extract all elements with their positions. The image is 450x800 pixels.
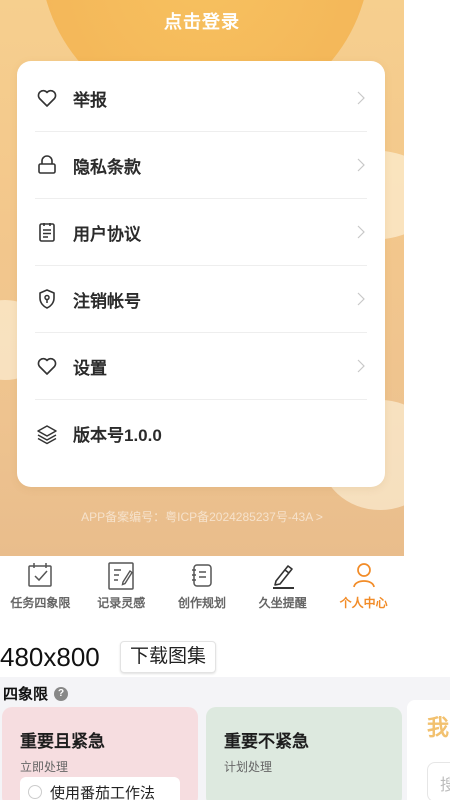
quadrant-section: 四象限 ? 重要且紧急 立即处理 使用番茄工作法 重要不紧急 计划处理 <box>0 677 450 800</box>
menu-item-label: 用户协议 <box>73 224 141 244</box>
quadrant-subtitle: 计划处理 <box>224 760 273 774</box>
notebook-icon <box>191 564 212 587</box>
menu-item-label: 设置 <box>73 358 107 378</box>
shield-icon <box>35 287 59 311</box>
icp-record-link[interactable]: APP备案编号：粤ICP备2024285237号-43A > <box>0 508 404 525</box>
section-title-text: 四象限 <box>3 686 49 703</box>
heart-icon <box>35 354 59 378</box>
quadrant-important-urgent[interactable]: 重要且紧急 立即处理 使用番茄工作法 <box>2 707 198 800</box>
bottom-tabbar: 任务四象限 记录灵感 创作规划 久坐提醒 个人中心 <box>0 556 404 615</box>
menu-item-privacy[interactable]: 隐私条款 <box>35 132 367 199</box>
phone-screenshot: 点击登录 举报 隐私条款 用户协议 注销帐号 设置 版本号1.0.0 APP备案… <box>0 0 404 615</box>
task-checkbox[interactable] <box>28 785 42 799</box>
quadrant-important-not-urgent[interactable]: 重要不紧急 计划处理 <box>206 707 402 800</box>
quadrant-subtitle: 立即处理 <box>20 760 69 774</box>
note-edit-icon <box>108 562 134 590</box>
section-title: 四象限 ? <box>3 683 69 704</box>
quadrant-title: 重要且紧急 <box>20 732 105 751</box>
document-icon <box>35 220 59 244</box>
profile-background: 点击登录 举报 隐私条款 用户协议 注销帐号 设置 版本号1.0.0 APP备案… <box>0 0 404 556</box>
menu-item-report[interactable]: 举报 <box>35 65 367 132</box>
login-link[interactable]: 点击登录 <box>0 8 404 34</box>
download-gallery-button[interactable]: 下载图集 <box>120 641 217 673</box>
tab-label: 创作规划 <box>177 596 226 610</box>
chevron-right-icon <box>357 158 365 172</box>
chevron-right-icon <box>357 359 365 373</box>
menu-item-user-agreement[interactable]: 用户协议 <box>35 199 367 266</box>
menu-item-version[interactable]: 版本号1.0.0 <box>35 400 367 467</box>
side-panel: 我 搜 <box>407 700 450 800</box>
tab-sit-reminder[interactable]: 久坐提醒 <box>242 556 323 615</box>
menu-item-label: 隐私条款 <box>73 157 141 177</box>
layers-icon <box>35 422 59 446</box>
task-label: 使用番茄工作法 <box>50 784 156 800</box>
settings-menu-card: 举报 隐私条款 用户协议 注销帐号 设置 版本号1.0.0 <box>17 61 385 487</box>
chevron-right-icon <box>357 225 365 239</box>
heart-icon <box>35 86 59 110</box>
menu-item-label: 版本号1.0.0 <box>73 426 162 445</box>
tab-label: 任务四象限 <box>10 596 71 610</box>
task-item[interactable]: 使用番茄工作法 <box>20 777 180 800</box>
menu-item-label: 注销帐号 <box>73 291 141 311</box>
pen-icon <box>272 565 294 589</box>
tab-personal-center[interactable]: 个人中心 <box>323 556 404 615</box>
tab-label: 个人中心 <box>339 596 388 610</box>
tab-creation-plan[interactable]: 创作规划 <box>162 556 243 615</box>
quadrant-title: 重要不紧急 <box>224 732 309 751</box>
side-panel-title: 我 <box>427 715 450 740</box>
menu-item-delete-account[interactable]: 注销帐号 <box>35 266 367 333</box>
tab-label: 久坐提醒 <box>258 596 307 610</box>
menu-item-label: 举报 <box>73 90 107 110</box>
lock-icon <box>35 153 59 177</box>
menu-item-settings[interactable]: 设置 <box>35 333 367 400</box>
person-icon <box>352 563 375 588</box>
image-size-label: 480x800 <box>0 642 100 672</box>
tab-label: 记录灵感 <box>97 596 146 610</box>
tab-task-quadrant[interactable]: 任务四象限 <box>0 556 81 615</box>
chevron-right-icon <box>357 91 365 105</box>
help-icon[interactable]: ? <box>54 686 69 701</box>
tab-record-inspiration[interactable]: 记录灵感 <box>81 556 162 615</box>
calendar-check-icon <box>28 563 53 587</box>
side-search-input[interactable]: 搜 <box>427 762 450 800</box>
chevron-right-icon <box>357 292 365 306</box>
